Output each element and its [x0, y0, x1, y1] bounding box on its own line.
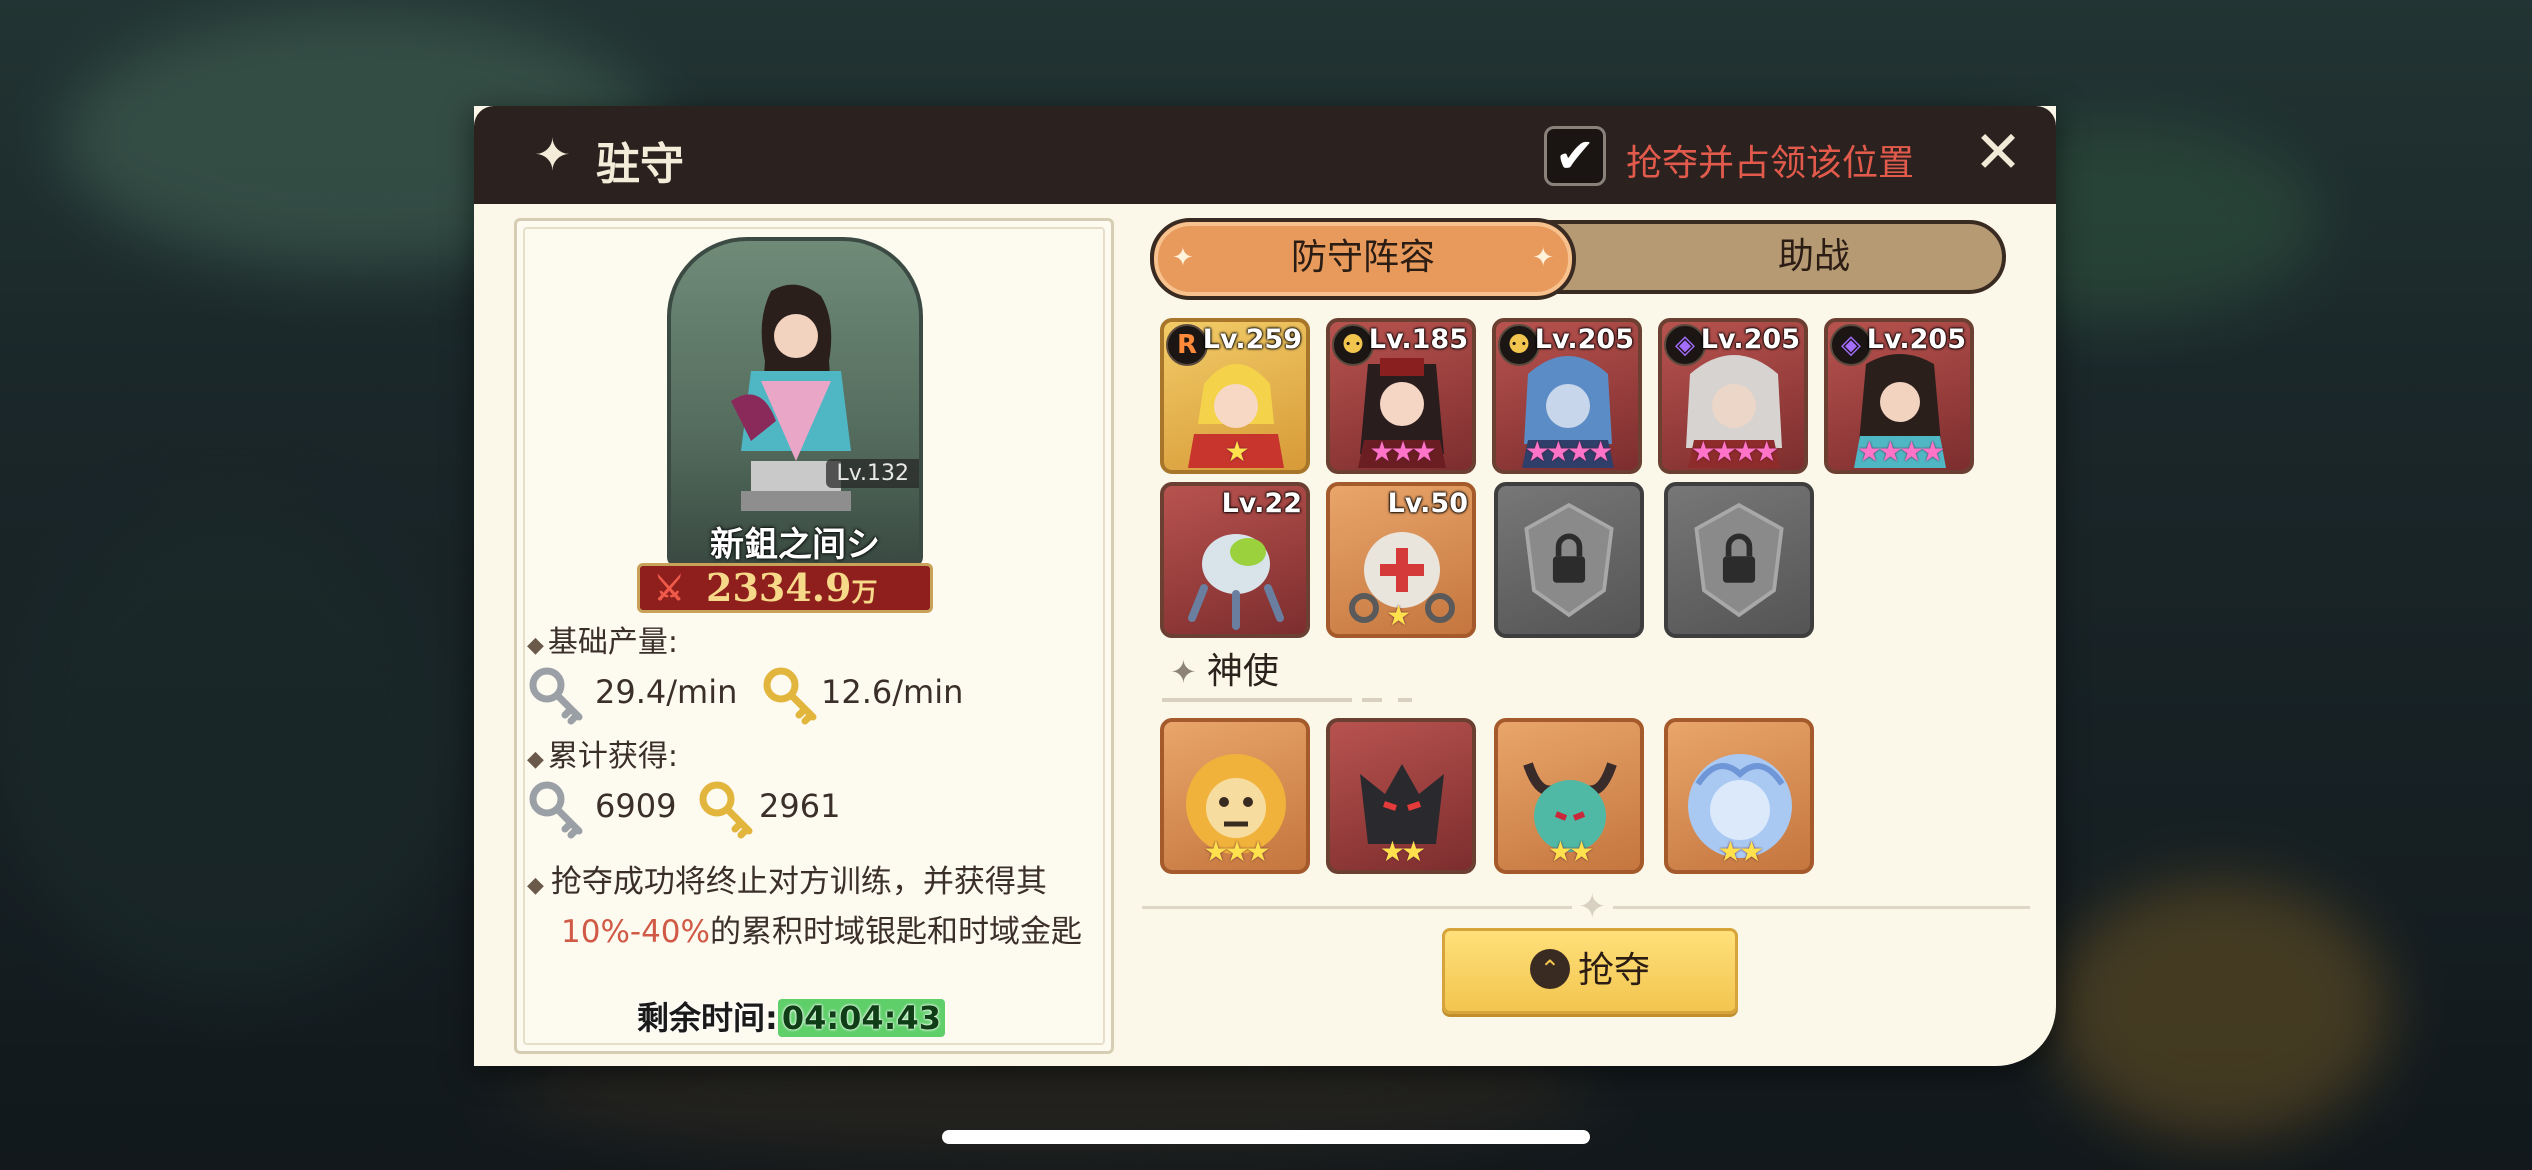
- divine-envoy-card[interactable]: ★★★: [1160, 718, 1310, 874]
- divine-envoy-card[interactable]: ★★: [1664, 718, 1814, 874]
- hero-card[interactable]: ◈ Lv.205 ★★★★: [1824, 318, 1974, 474]
- lineup-tabs: ✦ 防守阵容 ✦ 助战: [1150, 218, 2006, 300]
- silver-key-icon: [529, 781, 583, 839]
- tab-defense-lineup[interactable]: ✦ 防守阵容 ✦: [1150, 218, 1576, 300]
- accumulated-label: ◆ 累计获得:: [527, 739, 679, 774]
- pet-level: Lv.22: [1221, 488, 1302, 519]
- player-level: Lv.132: [826, 459, 919, 488]
- silver-total: 6909: [595, 787, 677, 825]
- power-unit: 万: [851, 578, 878, 608]
- envoy-stars: ★★: [1547, 835, 1594, 868]
- player-info-panel: Lv.132 新鉏之间シ ⚔ 2334.9万 ◆ 基础产量: 29.4/min 1…: [514, 218, 1114, 1054]
- faction-icon: ◈: [1830, 324, 1872, 366]
- pet-card[interactable]: Lv.22: [1160, 482, 1310, 638]
- hero-card[interactable]: ◈ Lv.205 ★★★★: [1658, 318, 1808, 474]
- hero-level: Lv.205: [1700, 324, 1800, 355]
- lock-icon: [1694, 502, 1784, 618]
- drone-pet-art: [1188, 534, 1284, 630]
- divine-envoy-card[interactable]: ★★: [1494, 718, 1644, 874]
- rob-icon: ⌃: [1529, 949, 1570, 989]
- sparkle-icon: ✦: [1172, 243, 1194, 273]
- faction-icon: ⚉: [1332, 324, 1374, 366]
- crossed-swords-icon: ⚔: [654, 569, 685, 609]
- power-value: 2334.9: [706, 565, 852, 610]
- player-name: 新鉏之间シ: [710, 525, 880, 565]
- hero-card[interactable]: ⚉ Lv.205 ★★★★: [1492, 318, 1642, 474]
- faction-icon: ⚉: [1498, 324, 1540, 366]
- power-banner: ⚔ 2334.9万: [637, 563, 933, 613]
- gold-rate: 12.6/min: [821, 673, 964, 711]
- rob-description: ◆ 抢夺成功将终止对方训练，并获得其 10%-40%的累积时域银匙和时域金匙: [527, 864, 1082, 950]
- pet-stars: ★: [1386, 599, 1411, 632]
- gold-key-icon: [763, 667, 817, 725]
- sparkle-icon: ✦: [1572, 890, 1613, 924]
- hero-card[interactable]: ⚉ Lv.185 ★★★: [1326, 318, 1476, 474]
- gold-key-icon: [699, 781, 753, 839]
- divine-envoy-title: ✦ 神使: [1170, 651, 1279, 692]
- base-output-label: ◆ 基础产量:: [527, 625, 679, 660]
- home-indicator[interactable]: [942, 1130, 1590, 1144]
- sparkle-icon: ✦: [1532, 243, 1554, 273]
- envoy-stars: ★★: [1717, 835, 1764, 868]
- hero-level: Lv.205: [1534, 324, 1634, 355]
- divider: [1162, 698, 1522, 702]
- remaining-time: 剩余时间: 04:04:43: [637, 993, 945, 1039]
- locked-slot[interactable]: [1664, 482, 1814, 638]
- rob-button[interactable]: ⌃ 抢夺: [1442, 928, 1738, 1014]
- hero-stars: ★: [1224, 435, 1249, 468]
- sparkle-icon: ✦: [534, 130, 571, 181]
- pet-level: Lv.50: [1387, 488, 1468, 519]
- occupy-checkbox-label[interactable]: 抢夺并占领该位置: [1626, 134, 1914, 186]
- dialog-title: 驻守: [596, 139, 684, 190]
- hero-stars: ★★★: [1369, 435, 1436, 468]
- faction-icon: R: [1166, 324, 1208, 366]
- dialog-header: ✦ 驻守 ✔ 抢夺并占领该位置 ✕: [474, 106, 2056, 204]
- silver-key-icon: [529, 667, 583, 725]
- hero-stars: ★★★★: [1524, 435, 1613, 468]
- hero-stars: ★★★★: [1856, 435, 1945, 468]
- defense-dialog: ✦ 驻守 ✔ 抢夺并占领该位置 ✕ Lv.132 新鉏之间シ ⚔ 2334.9万…: [474, 106, 2056, 1066]
- pet-card[interactable]: Lv.50 ★: [1326, 482, 1476, 638]
- hero-card[interactable]: R Lv.259 ★: [1160, 318, 1310, 474]
- envoy-stars: ★★: [1379, 835, 1426, 868]
- lock-icon: [1524, 502, 1614, 618]
- sparkle-icon: ✦: [1170, 653, 1197, 691]
- silver-rate: 29.4/min: [595, 673, 738, 711]
- occupy-checkbox[interactable]: ✔: [1544, 126, 1606, 186]
- hero-stars: ★★★★: [1690, 435, 1779, 468]
- tab-support[interactable]: 助战: [1634, 224, 1994, 290]
- locked-slot[interactable]: [1494, 482, 1644, 638]
- hero-level: Lv.185: [1368, 324, 1468, 355]
- gold-total: 2961: [759, 787, 841, 825]
- close-icon[interactable]: ✕: [1968, 120, 2028, 184]
- faction-icon: ◈: [1664, 324, 1706, 366]
- hero-level: Lv.259: [1202, 324, 1302, 355]
- envoy-stars: ★★★: [1203, 835, 1270, 868]
- countdown-timer: 04:04:43: [777, 999, 945, 1037]
- divine-envoy-card[interactable]: ★★: [1326, 718, 1476, 874]
- hero-level: Lv.205: [1866, 324, 1966, 355]
